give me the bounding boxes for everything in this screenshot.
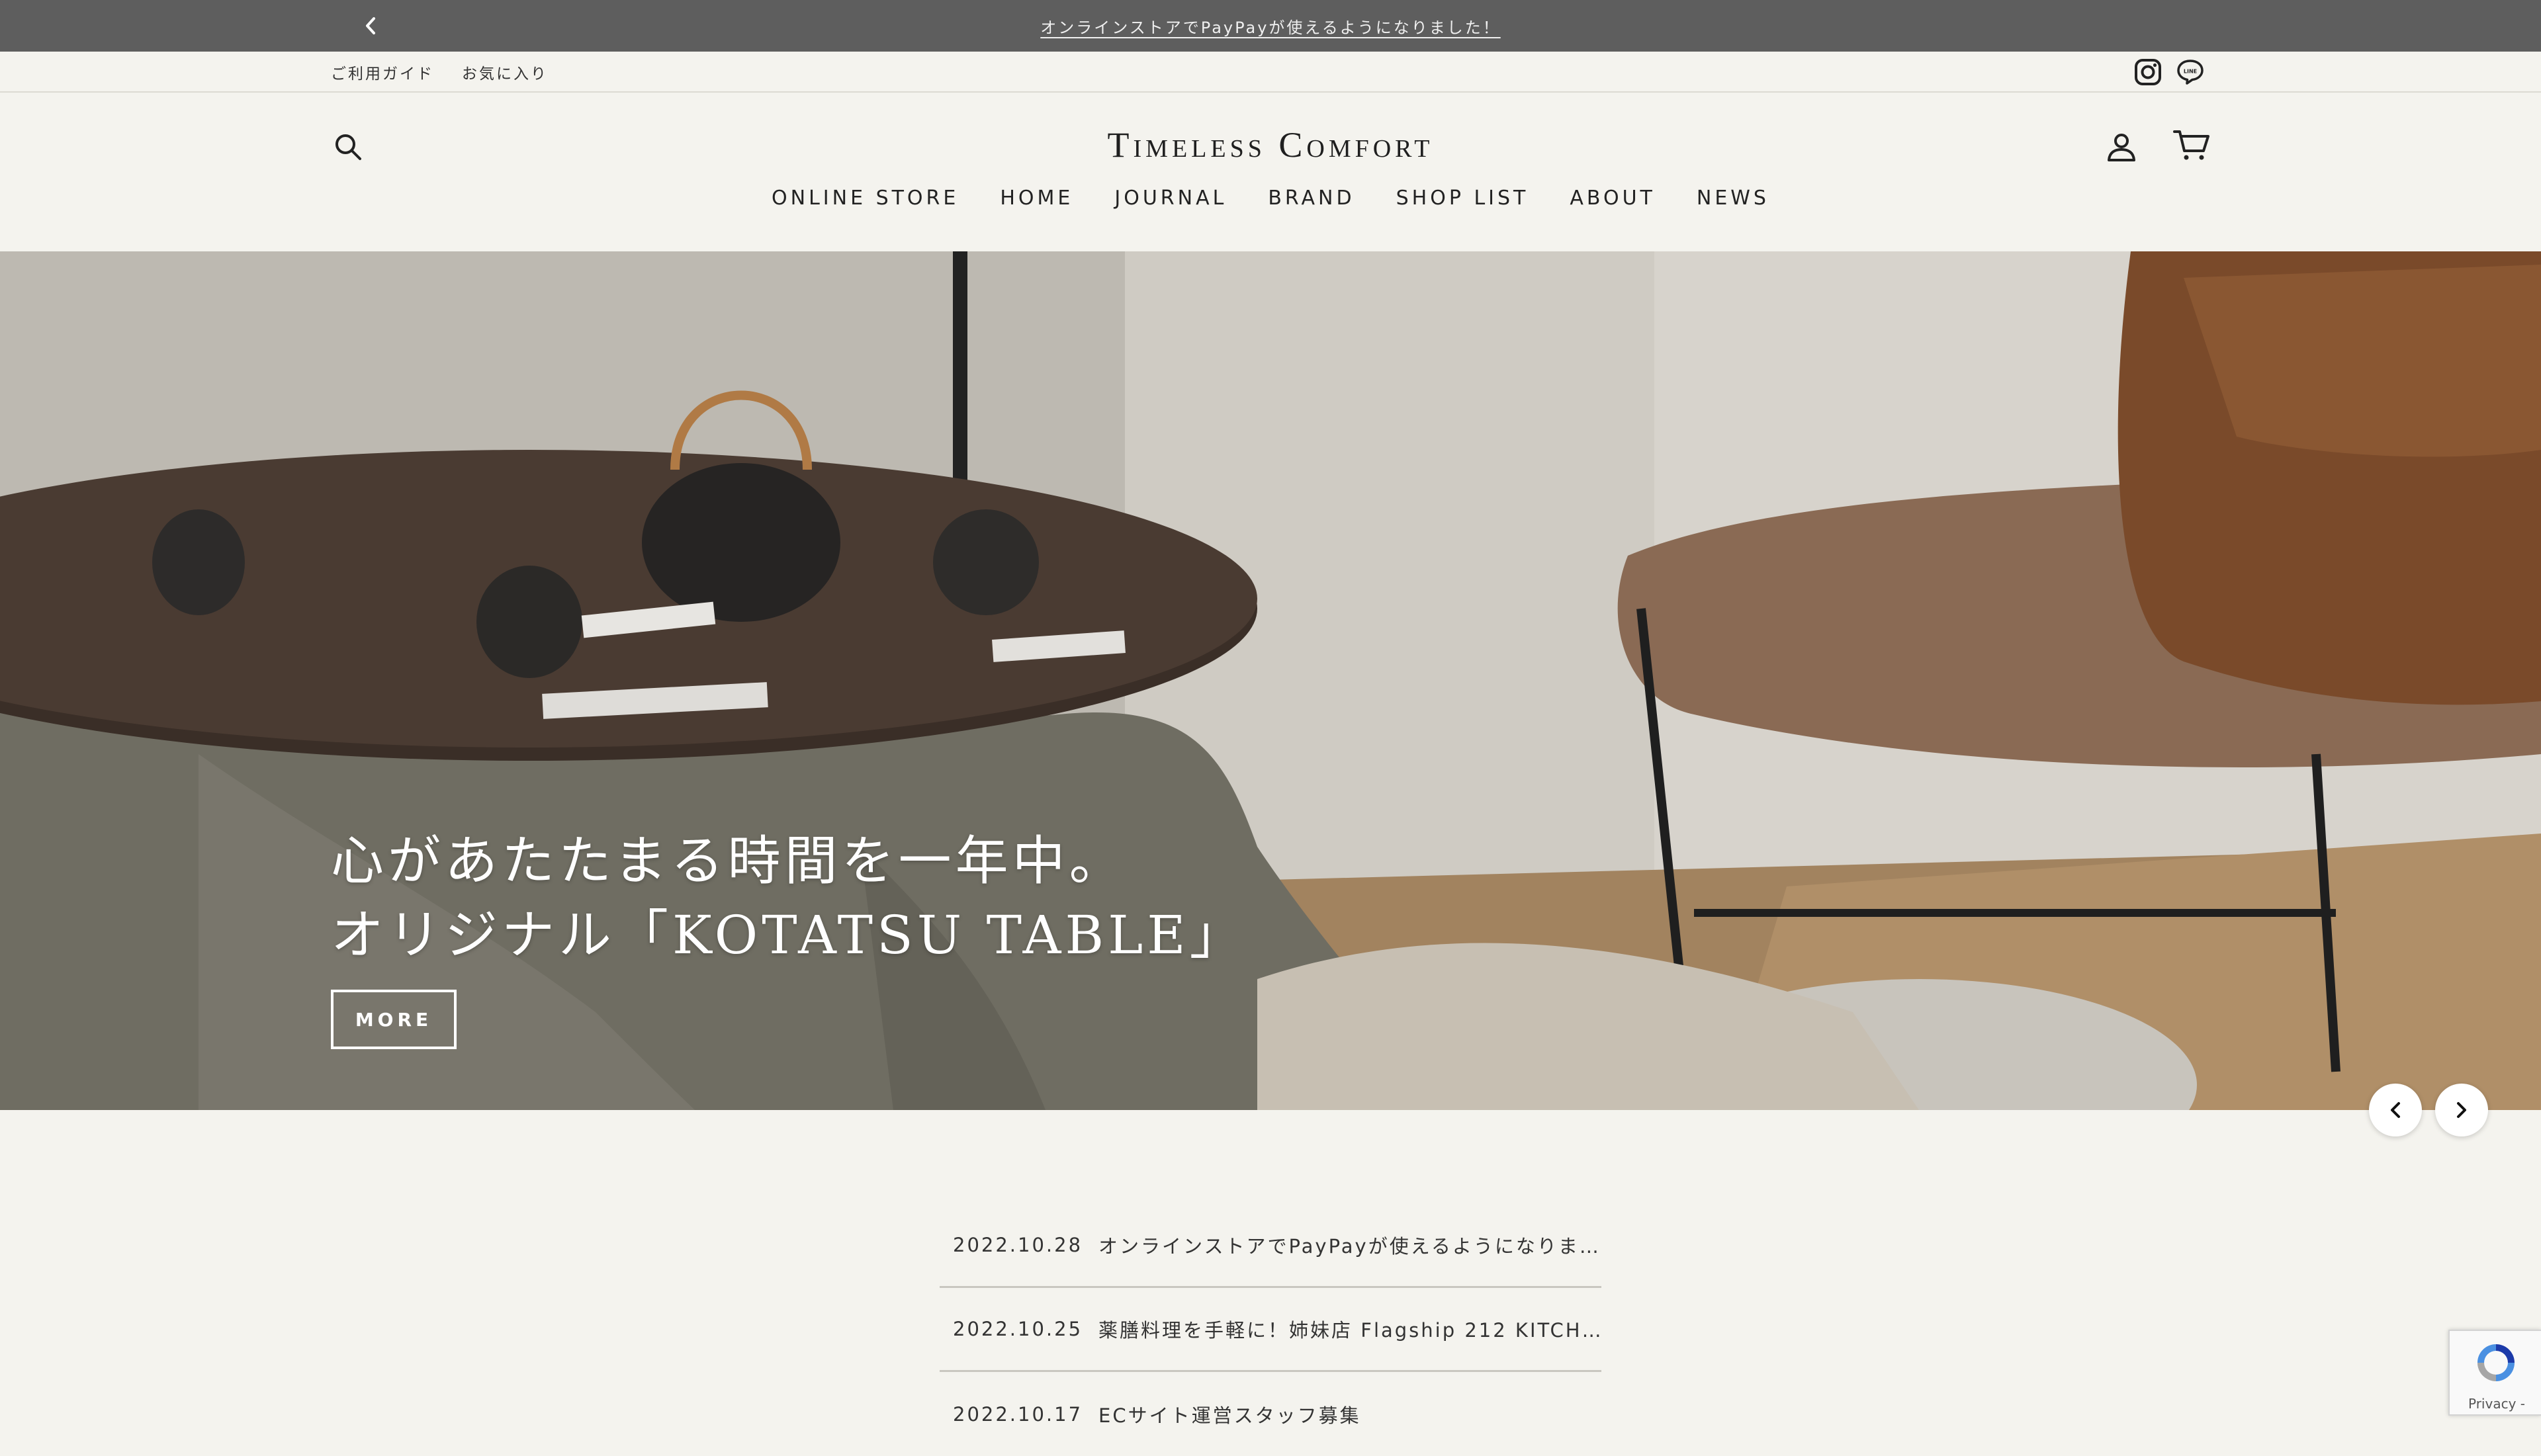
news-date: 2022.10.25 (953, 1318, 1083, 1340)
nav-about[interactable]: ABOUT (1570, 185, 1655, 225)
news-date: 2022.10.17 (953, 1402, 1083, 1426)
announcement-link[interactable]: オンラインストアでPayPayが使えるようになりました！ (0, 0, 2541, 52)
nav-shop-list[interactable]: SHOP LIST (1396, 185, 1529, 225)
favorites-link[interactable]: お気に入り (462, 61, 548, 83)
utility-bar: ご利用ガイド お気に入り LINE (0, 52, 2541, 93)
social-links: LINE (2133, 52, 2205, 93)
news-item[interactable]: 2022.10.17 ECサイト運営スタッフ募集 (940, 1372, 1601, 1456)
site-header: Timeless Comfort ONLINE STORE HOME JOURN… (0, 93, 2541, 251)
slider-next-button[interactable] (2435, 1084, 2488, 1136)
slider-prev-button[interactable] (2369, 1084, 2422, 1136)
news-item[interactable]: 2022.10.28 オンラインストアでPayPayが使えるようになりまし… (940, 1204, 1601, 1288)
site-logo[interactable]: Timeless Comfort (0, 124, 2541, 165)
nav-online-store[interactable]: ONLINE STORE (772, 185, 959, 225)
hero-caption: 心があたたまる時間を一年中。 オリジナル「KOTATSU TABLE」 (331, 824, 1247, 972)
hero-caption-line1: 心があたたまる時間を一年中。 (331, 830, 1126, 892)
hero-slideshow: 心があたたまる時間を一年中。 オリジナル「KOTATSU TABLE」 MORE (0, 251, 2541, 1110)
account-button[interactable] (2103, 128, 2140, 165)
line-icon[interactable]: LINE (2176, 58, 2205, 87)
hero-more-button[interactable]: MORE (331, 990, 457, 1049)
news-list: 2022.10.28 オンラインストアでPayPayが使えるようになりまし… 2… (940, 1204, 1601, 1456)
utility-links: ご利用ガイド お気に入り (331, 52, 548, 93)
cart-icon (2173, 130, 2209, 160)
guide-link[interactable]: ご利用ガイド (331, 61, 434, 83)
recaptcha-icon (2477, 1344, 2515, 1381)
chevron-left-icon (2391, 1102, 2400, 1118)
chevron-right-icon (2457, 1102, 2466, 1118)
svg-text:LINE: LINE (2184, 69, 2197, 75)
news-item[interactable]: 2022.10.25 薬膳料理を手軽に！姉妹店 Flagship 212 KIT… (940, 1288, 1601, 1372)
announcement-bar: オンラインストアでPayPayが使えるようになりました！ (0, 0, 2541, 52)
news-title: オンラインストアでPayPayが使えるようになりまし… (1098, 1235, 1601, 1258)
hero-caption-line2: オリジナル「KOTATSU TABLE」 (331, 904, 1247, 966)
main-nav: ONLINE STORE HOME JOURNAL BRAND SHOP LIS… (0, 185, 2541, 225)
instagram-icon[interactable] (2133, 58, 2162, 87)
recaptcha-privacy-link[interactable]: Privacy - (2468, 1396, 2525, 1412)
news-title: ECサイト運営スタッフ募集 (1098, 1404, 1361, 1427)
user-icon (2108, 134, 2135, 161)
news-title: 薬膳料理を手軽に！姉妹店 Flagship 212 KITCHEN… (1098, 1319, 1601, 1342)
nav-home[interactable]: HOME (1000, 185, 1073, 225)
nav-news[interactable]: NEWS (1697, 185, 1769, 225)
news-date: 2022.10.28 (953, 1234, 1083, 1256)
nav-brand[interactable]: BRAND (1268, 185, 1355, 225)
hero-image (0, 251, 2541, 1110)
nav-journal[interactable]: JOURNAL (1114, 185, 1227, 225)
recaptcha-badge[interactable]: Privacy - (2448, 1330, 2541, 1416)
cart-button[interactable] (2170, 126, 2213, 165)
